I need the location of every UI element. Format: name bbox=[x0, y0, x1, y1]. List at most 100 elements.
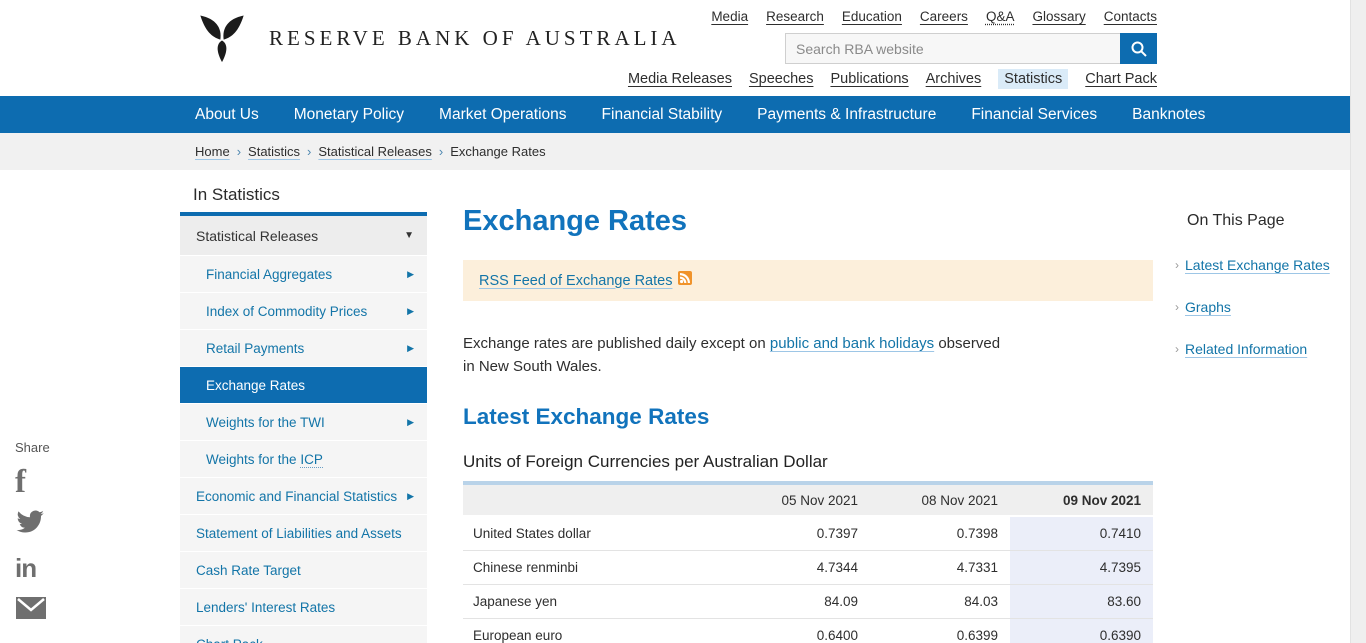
rss-feed-link[interactable]: RSS Feed of Exchange Rates bbox=[479, 273, 672, 289]
sidebar-item-index-of-commodity-prices[interactable]: Index of Commodity Prices ▶ bbox=[180, 292, 427, 329]
otp-link-latest-exchange-rates-row: › Latest Exchange Rates bbox=[1187, 257, 1352, 274]
public-bank-holidays-link[interactable]: public and bank holidays bbox=[770, 335, 934, 352]
column-header-date-1: 05 Nov 2021 bbox=[730, 483, 870, 516]
utility-link-education[interactable]: Education bbox=[842, 9, 902, 24]
secondary-link-statistics[interactable]: Statistics bbox=[998, 69, 1068, 89]
sidebar-item-cash-rate-target[interactable]: Cash Rate Target bbox=[180, 551, 427, 588]
sidebar-item-exchange-rates[interactable]: Exchange Rates bbox=[180, 366, 427, 403]
sidebar-item-weights-twi[interactable]: Weights for the TWI ▶ bbox=[180, 403, 427, 440]
currency-label: Chinese renminbi bbox=[463, 550, 730, 584]
nav-monetary-policy[interactable]: Monetary Policy bbox=[294, 106, 404, 124]
email-share-icon[interactable] bbox=[15, 596, 61, 628]
otp-link-graphs[interactable]: Graphs bbox=[1185, 299, 1231, 316]
chevron-right-icon: ▶ bbox=[407, 306, 414, 317]
rba-logo-mark bbox=[197, 12, 247, 64]
utility-link-media[interactable]: Media bbox=[711, 9, 748, 24]
statistics-sidebar: In Statistics Statistical Releases ▼ Fin… bbox=[180, 185, 427, 643]
nav-market-operations[interactable]: Market Operations bbox=[439, 106, 567, 124]
chevron-right-icon: ▶ bbox=[407, 491, 414, 502]
chevron-down-icon: ▼ bbox=[404, 230, 414, 241]
sidebar-item-economic-financial-statistics[interactable]: Economic and Financial Statistics ▶ bbox=[180, 477, 427, 514]
secondary-nav: Media Releases Speeches Publications Arc… bbox=[600, 69, 1157, 89]
nav-payments-infrastructure[interactable]: Payments & Infrastructure bbox=[757, 106, 936, 124]
chevron-right-icon: › bbox=[1175, 341, 1179, 358]
table-row: United States dollar 0.7397 0.7398 0.741… bbox=[463, 516, 1153, 550]
rate-value: 4.7331 bbox=[870, 550, 1010, 584]
nav-financial-services[interactable]: Financial Services bbox=[971, 106, 1097, 124]
nav-about-us[interactable]: About Us bbox=[195, 106, 259, 124]
secondary-link-chart-pack[interactable]: Chart Pack bbox=[1085, 71, 1157, 87]
otp-link-latest-exchange-rates[interactable]: Latest Exchange Rates bbox=[1185, 257, 1330, 274]
rate-value: 84.03 bbox=[870, 584, 1010, 618]
column-header-date-latest: 09 Nov 2021 bbox=[1010, 483, 1153, 516]
page-title: Exchange Rates bbox=[463, 206, 1153, 236]
secondary-link-media-releases[interactable]: Media Releases bbox=[628, 71, 732, 87]
table-row: European euro 0.6400 0.6399 0.6390 bbox=[463, 618, 1153, 643]
otp-link-related-information[interactable]: Related Information bbox=[1185, 341, 1307, 358]
rate-value: 84.09 bbox=[730, 584, 870, 618]
share-rail: Share f in bbox=[15, 440, 61, 639]
sidebar-item-statement-liabilities-assets[interactable]: Statement of Liabilities and Assets bbox=[180, 514, 427, 551]
nav-financial-stability[interactable]: Financial Stability bbox=[602, 106, 723, 124]
breadcrumb-home[interactable]: Home bbox=[195, 144, 230, 159]
rate-value-latest: 0.7410 bbox=[1010, 516, 1153, 550]
breadcrumb-separator: › bbox=[439, 144, 443, 159]
sidebar-item-retail-payments[interactable]: Retail Payments ▶ bbox=[180, 329, 427, 366]
table-corner-cell bbox=[463, 483, 730, 516]
share-label: Share bbox=[15, 440, 61, 455]
sidebar-item-lenders-interest-rates[interactable]: Lenders' Interest Rates bbox=[180, 588, 427, 625]
sidebar-item-statistical-releases[interactable]: Statistical Releases ▼ bbox=[180, 216, 427, 255]
rate-value-latest: 0.6390 bbox=[1010, 618, 1153, 643]
secondary-link-publications[interactable]: Publications bbox=[830, 71, 908, 87]
currency-label: European euro bbox=[463, 618, 730, 643]
breadcrumb: Home › Statistics › Statistical Releases… bbox=[0, 133, 1350, 170]
main-content: Exchange Rates RSS Feed of Exchange Rate… bbox=[463, 200, 1153, 643]
currency-label: Japanese yen bbox=[463, 584, 730, 618]
secondary-link-archives[interactable]: Archives bbox=[926, 71, 982, 87]
rba-logo[interactable]: RESERVE BANK OF AUSTRALIA bbox=[197, 12, 681, 64]
rate-value: 4.7344 bbox=[730, 550, 870, 584]
currency-label: United States dollar bbox=[463, 516, 730, 550]
rate-value: 0.6400 bbox=[730, 618, 870, 643]
column-header-date-2: 08 Nov 2021 bbox=[870, 483, 1010, 516]
utility-link-glossary[interactable]: Glossary bbox=[1032, 9, 1085, 24]
main-nav: About Us Monetary Policy Market Operatio… bbox=[0, 96, 1350, 133]
utility-nav: Media Research Education Careers Q&A Glo… bbox=[780, 9, 1157, 24]
rate-value-latest: 4.7395 bbox=[1010, 550, 1153, 584]
chevron-right-icon: ▶ bbox=[407, 269, 414, 280]
breadcrumb-statistics[interactable]: Statistics bbox=[248, 144, 300, 159]
linkedin-share-icon[interactable]: in bbox=[15, 553, 61, 585]
intro-paragraph: Exchange rates are published daily excep… bbox=[463, 332, 1011, 378]
utility-link-careers[interactable]: Careers bbox=[920, 9, 968, 24]
browser-scrollbar[interactable] bbox=[1350, 0, 1366, 643]
table-header-row: 05 Nov 2021 08 Nov 2021 09 Nov 2021 bbox=[463, 483, 1153, 516]
utility-link-contacts[interactable]: Contacts bbox=[1104, 9, 1157, 24]
rss-icon[interactable] bbox=[678, 271, 692, 290]
table-row: Chinese renminbi 4.7344 4.7331 4.7395 bbox=[463, 550, 1153, 584]
otp-link-related-information-row: › Related Information bbox=[1187, 341, 1352, 358]
breadcrumb-statistical-releases[interactable]: Statistical Releases bbox=[318, 144, 431, 159]
rates-table-caption: Units of Foreign Currencies per Australi… bbox=[463, 451, 1153, 473]
search-icon bbox=[1130, 40, 1148, 58]
sidebar-menu: Statistical Releases ▼ Financial Aggrega… bbox=[180, 212, 427, 643]
sidebar-item-chart-pack[interactable]: Chart Pack bbox=[180, 625, 427, 643]
rss-feed-banner: RSS Feed of Exchange Rates bbox=[463, 260, 1153, 301]
nav-banknotes[interactable]: Banknotes bbox=[1132, 106, 1205, 124]
exchange-rates-table: 05 Nov 2021 08 Nov 2021 09 Nov 2021 Unit… bbox=[463, 481, 1153, 643]
facebook-share-icon[interactable]: f bbox=[15, 467, 61, 499]
sidebar-item-weights-icp[interactable]: Weights for the ICP bbox=[180, 440, 427, 477]
search-bar bbox=[785, 33, 1157, 64]
rba-logo-text: RESERVE BANK OF AUSTRALIA bbox=[269, 26, 681, 51]
secondary-link-speeches[interactable]: Speeches bbox=[749, 71, 814, 87]
twitter-share-icon[interactable] bbox=[15, 510, 61, 542]
chevron-right-icon: › bbox=[1175, 299, 1179, 316]
search-input[interactable] bbox=[785, 33, 1120, 64]
rate-value-latest: 83.60 bbox=[1010, 584, 1153, 618]
search-button[interactable] bbox=[1120, 33, 1157, 64]
utility-link-qa[interactable]: Q&A bbox=[986, 9, 1015, 24]
on-this-page-heading: On This Page bbox=[1187, 212, 1352, 230]
utility-link-research[interactable]: Research bbox=[766, 9, 824, 24]
sidebar-item-financial-aggregates[interactable]: Financial Aggregates ▶ bbox=[180, 255, 427, 292]
sidebar-heading: In Statistics bbox=[193, 185, 427, 205]
chevron-right-icon: ▶ bbox=[407, 417, 414, 428]
